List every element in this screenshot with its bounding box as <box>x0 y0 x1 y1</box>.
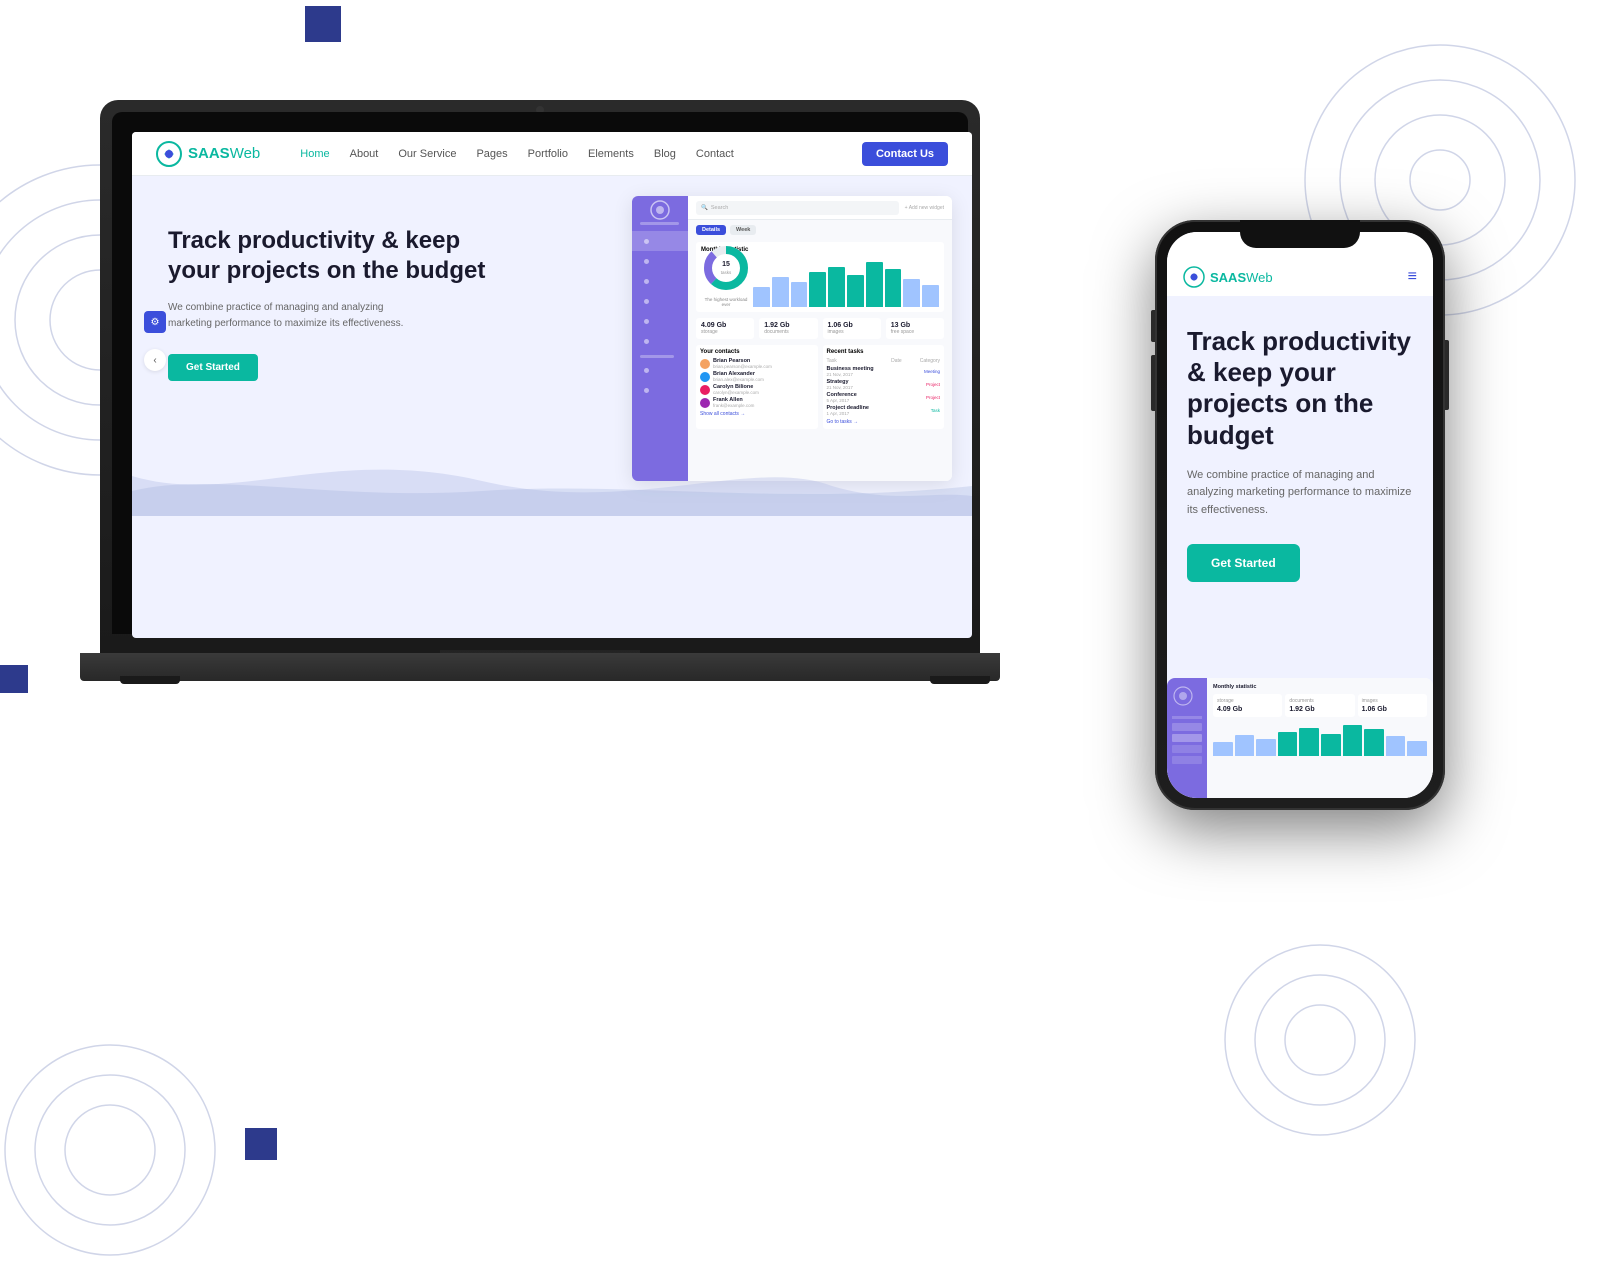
contact-row-4: Frank Allen frank@example.com <box>700 397 814 408</box>
bg-square-2 <box>0 665 28 693</box>
nav-portfolio[interactable]: Portfolio <box>528 148 568 160</box>
sidebar-events[interactable] <box>632 291 688 311</box>
logo-text: SAASWeb <box>188 145 260 162</box>
show-all-contacts[interactable]: Show all contacts → <box>700 411 814 417</box>
sidebar-reports[interactable] <box>632 360 688 380</box>
phone-device: SAASWeb ≡ Track productivity & keep your… <box>1155 220 1445 820</box>
dash-stat-images: 1.06 Gb images <box>823 318 881 339</box>
hero-description: We combine practice of managing and anal… <box>168 300 418 332</box>
phone-stat-1: storage 4.09 Gb <box>1213 694 1282 717</box>
contact-row-3: Carolyn Bilione carolyn@example.com <box>700 384 814 395</box>
sidebar-support[interactable] <box>632 331 688 351</box>
dash-stats-row: 4.09 Gb storage 1.92 Gb documents 1.06 G… <box>696 318 944 339</box>
task-row-3: Conference 5 Apr, 2017 Project <box>827 392 941 403</box>
dash-topbar-action[interactable]: + Add new widget <box>905 205 944 211</box>
task-row-1: Business meeting 21 Nov, 2017 Meeting <box>827 366 941 377</box>
phone-stat-2: documents 1.92 Gb <box>1285 694 1354 717</box>
dash-topbar: 🔍 Search + Add new widget <box>688 196 952 220</box>
phone-shell: SAASWeb ≡ Track productivity & keep your… <box>1155 220 1445 810</box>
nav-pages[interactable]: Pages <box>476 148 507 160</box>
phone-dash-sidebar <box>1167 678 1207 798</box>
circles-bottom-right-decoration <box>1220 940 1420 1140</box>
dash-tab-week[interactable]: Week <box>730 225 756 235</box>
laptop-lid: SAASWeb Home About Our Service Pages Por… <box>100 100 980 655</box>
phone-logo: SAASWeb <box>1183 266 1408 288</box>
dash-stat-storage: 4.09 Gb storage <box>696 318 754 339</box>
sidebar-tasks[interactable] <box>632 251 688 271</box>
nav-links: Home About Our Service Pages Portfolio E… <box>300 148 862 160</box>
website-nav: SAASWeb Home About Our Service Pages Por… <box>132 132 972 176</box>
hero-slider-arrow[interactable]: ‹ <box>144 349 166 371</box>
nav-home[interactable]: Home <box>300 148 329 160</box>
task-row-4: Project deadline 1 Apr, 2017 Task <box>827 405 941 416</box>
dash-donut: 15 tasks The highest workload ever <box>701 243 751 307</box>
website-hero: ⚙ ‹ Track productivity & keep your proje… <box>132 176 972 516</box>
dash-tabs: Details Week <box>688 220 952 238</box>
phone-hero-desc: We combine practice of managing and anal… <box>1187 467 1413 520</box>
nav-cta-button[interactable]: Contact Us <box>862 142 948 166</box>
phone-side-button-mute <box>1151 310 1155 342</box>
dash-stat-freespace: 13 Gb free space <box>886 318 944 339</box>
sidebar-previews[interactable] <box>632 380 688 400</box>
sidebar-outputs[interactable] <box>632 311 688 331</box>
phone-dashboard-preview: Monthly statistic storage 4.09 Gb docume… <box>1167 678 1433 798</box>
nav-service[interactable]: Our Service <box>398 148 456 160</box>
sidebar-productivity[interactable] <box>632 271 688 291</box>
phone-stat-3: images 1.06 Gb <box>1358 694 1427 717</box>
phone-logo-icon <box>1183 266 1205 288</box>
laptop-screen: SAASWeb Home About Our Service Pages Por… <box>132 132 972 638</box>
dash-content: Monthly statistic <box>688 238 952 433</box>
logo-icon <box>156 141 182 167</box>
nav-elements[interactable]: Elements <box>588 148 634 160</box>
dash-stat-documents: 1.92 Gb documents <box>759 318 817 339</box>
laptop-foot-right <box>930 676 990 684</box>
laptop-base <box>80 653 1000 681</box>
task-row-2: Strategy 21 Nov, 2017 Project <box>827 379 941 390</box>
phone-mini-chart <box>1213 721 1427 756</box>
laptop-screen-bezel: SAASWeb Home About Our Service Pages Por… <box>112 112 968 634</box>
hero-title: Track productivity & keep your projects … <box>168 226 512 286</box>
laptop-device: SAASWeb Home About Our Service Pages Por… <box>100 100 1020 780</box>
phone-notch <box>1240 220 1360 248</box>
nav-contact[interactable]: Contact <box>696 148 734 160</box>
dash-tasks-panel: Recent tasks TaskDateCategory Business m… <box>823 345 945 429</box>
phone-hero-cta[interactable]: Get Started <box>1187 544 1300 582</box>
dash-bottom-row: Your contacts Brian Pearson brian.pearso… <box>696 345 944 429</box>
hero-settings-icon[interactable]: ⚙ <box>144 311 166 333</box>
nav-about[interactable]: About <box>350 148 379 160</box>
phone-screen: SAASWeb ≡ Track productivity & keep your… <box>1167 232 1433 798</box>
phone-hero-title: Track productivity & keep your projects … <box>1187 326 1413 451</box>
phone-logo-text: SAASWeb <box>1210 270 1273 285</box>
phone-side-button-volume <box>1151 355 1155 411</box>
bg-square-4 <box>245 1128 277 1160</box>
dash-tab-details[interactable]: Details <box>696 225 726 235</box>
svg-text:tasks: tasks <box>721 270 732 275</box>
contact-row-1: Brian Pearson brian.pearson@example.com <box>700 358 814 369</box>
hero-cta-button[interactable]: Get Started <box>168 354 258 381</box>
phone-side-button-power <box>1445 340 1449 410</box>
dash-bar-chart <box>753 257 939 307</box>
phone-dash-content: Monthly statistic storage 4.09 Gb docume… <box>1207 678 1433 798</box>
show-all-tasks[interactable]: Go to tasks → <box>827 419 941 425</box>
dash-monthly-stats: Monthly statistic <box>696 242 944 312</box>
dash-search-box[interactable]: 🔍 Search <box>696 201 899 215</box>
circles-bottom-left-decoration <box>0 1040 220 1260</box>
laptop-foot-left <box>120 676 180 684</box>
phone-hero: Track productivity & keep your projects … <box>1167 296 1433 602</box>
svg-text:15: 15 <box>722 261 730 268</box>
nav-blog[interactable]: Blog <box>654 148 676 160</box>
contact-row-2: Brian Alexander brian.alex@example.com <box>700 371 814 382</box>
phone-menu-icon[interactable]: ≡ <box>1408 268 1417 286</box>
website-logo: SAASWeb <box>156 141 260 167</box>
sidebar-overview[interactable] <box>632 231 688 251</box>
dash-contacts-panel: Your contacts Brian Pearson brian.pearso… <box>696 345 818 429</box>
hero-content-left: Track productivity & keep your projects … <box>132 176 512 516</box>
dash-chart: 15 tasks The highest workload ever <box>701 257 939 307</box>
bg-square-1 <box>305 6 341 42</box>
